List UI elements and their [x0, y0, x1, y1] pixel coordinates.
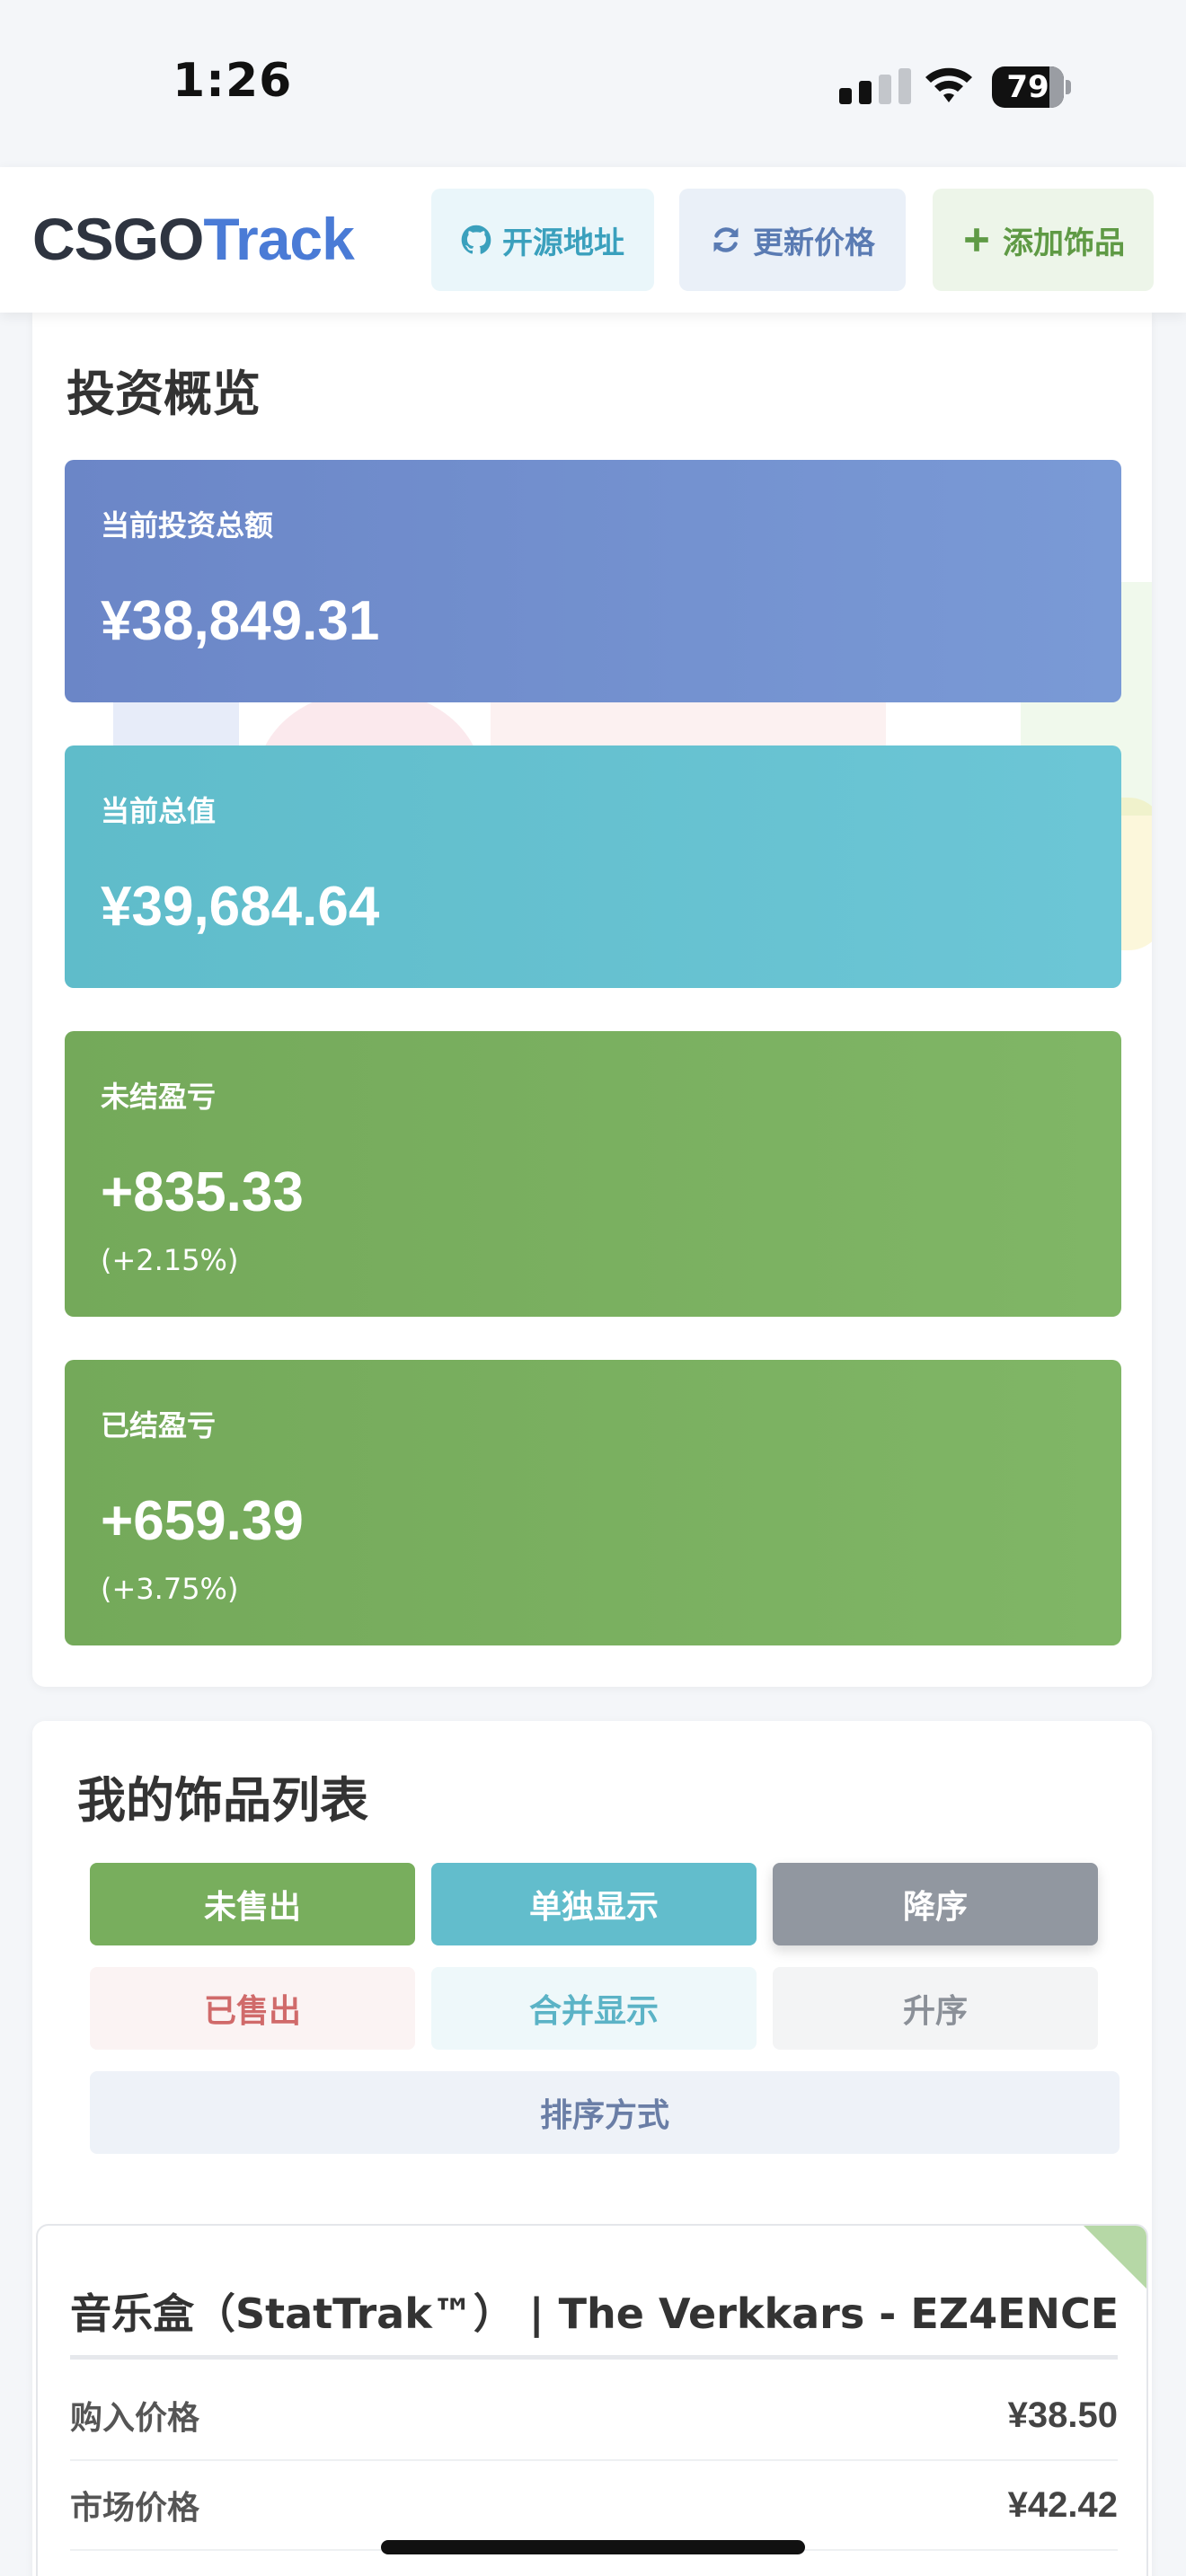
- current-investment-label: 当前投资总额: [101, 508, 274, 543]
- update-price-label: 更新价格: [753, 225, 875, 261]
- sort-descending-button[interactable]: 降序: [773, 1863, 1098, 1945]
- add-item-button[interactable]: 添加饰品: [933, 189, 1154, 291]
- item-card[interactable]: 音乐盒（StatTrak™） | The Verkkars - EZ4ENCE …: [36, 2224, 1148, 2576]
- status-time: 1:26: [173, 54, 293, 108]
- realized-profit-label: 已结盈亏: [101, 1408, 217, 1442]
- overview-title: 投资概览: [66, 366, 261, 422]
- filter-sold-button[interactable]: 已售出: [90, 1967, 415, 2050]
- update-price-button[interactable]: 更新价格: [679, 189, 906, 291]
- purchase-price-row: 购入价格 ¥38.50: [70, 2371, 1118, 2461]
- battery-icon: 79: [992, 66, 1071, 108]
- realized-profit-card: 已结盈亏 +659.39 (+3.75%): [65, 1360, 1121, 1645]
- home-indicator: [381, 2540, 805, 2554]
- item-name: 音乐盒（StatTrak™） | The Verkkars - EZ4ENCE: [70, 2289, 1120, 2338]
- filter-unsold-button[interactable]: 未售出: [90, 1863, 415, 1945]
- realized-profit-percent: (+3.75%): [101, 1572, 239, 1606]
- status-corner-ribbon: [1082, 2226, 1146, 2290]
- brand-part-csgo: CSGO: [32, 206, 204, 272]
- brand-part-track: Track: [203, 206, 354, 272]
- item-list-title: 我的饰品列表: [77, 1772, 368, 1829]
- market-price-label: 市场价格: [70, 2490, 200, 2527]
- sort-ascending-button[interactable]: 升序: [773, 1967, 1098, 2050]
- open-source-label: 开源地址: [502, 225, 624, 261]
- unrealized-profit-value: +835.33: [101, 1161, 304, 1223]
- purchase-price-value: ¥38.50: [1007, 2395, 1118, 2435]
- current-total-value: ¥39,684.64: [101, 876, 380, 938]
- unrealized-profit-percent: (+2.15%): [101, 1243, 239, 1277]
- wifi-icon: [925, 67, 972, 102]
- item-list-card: 我的饰品列表 未售出 单独显示 降序 已售出 合并显示 升序 排序方式 音乐盒（…: [32, 1721, 1152, 2576]
- app-page: 1:26 79 CSGOTrack 开源地址 更新价格 添加饰品 投资概览 当前…: [0, 0, 1186, 2576]
- current-total-label: 当前总值: [101, 794, 217, 828]
- purchase-price-label: 购入价格: [70, 2400, 200, 2437]
- current-investment-card: 当前投资总额 ¥38,849.31: [65, 460, 1121, 702]
- unrealized-profit-label: 未结盈亏: [101, 1080, 217, 1114]
- open-source-button[interactable]: 开源地址: [431, 189, 654, 291]
- brand-logo[interactable]: CSGOTrack: [32, 205, 355, 273]
- app-header: CSGOTrack 开源地址 更新价格 添加饰品: [0, 167, 1186, 313]
- unrealized-profit-card: 未结盈亏 +835.33 (+2.15%): [65, 1031, 1121, 1317]
- battery-level: 79: [1006, 69, 1049, 105]
- plus-icon: [965, 228, 988, 251]
- display-merged-button[interactable]: 合并显示: [431, 1967, 757, 2050]
- item-divider: [70, 2355, 1118, 2360]
- refresh-icon: [713, 227, 739, 252]
- github-icon: [461, 225, 491, 254]
- cellular-signal-icon: [839, 68, 915, 104]
- sort-method-button[interactable]: 排序方式: [90, 2071, 1120, 2154]
- market-price-value: ¥42.42: [1007, 2484, 1118, 2525]
- investment-overview-card: 投资概览 当前投资总额 ¥38,849.31 当前总值 ¥39,684.64 未…: [32, 313, 1152, 1687]
- current-total-card: 当前总值 ¥39,684.64: [65, 745, 1121, 988]
- current-investment-value: ¥38,849.31: [101, 590, 380, 652]
- realized-profit-value: +659.39: [101, 1490, 304, 1552]
- display-single-button[interactable]: 单独显示: [431, 1863, 757, 1945]
- add-item-label: 添加饰品: [1003, 225, 1125, 261]
- status-bar: 1:26 79: [0, 0, 1186, 167]
- market-price-row: 市场价格 ¥42.42: [70, 2461, 1118, 2551]
